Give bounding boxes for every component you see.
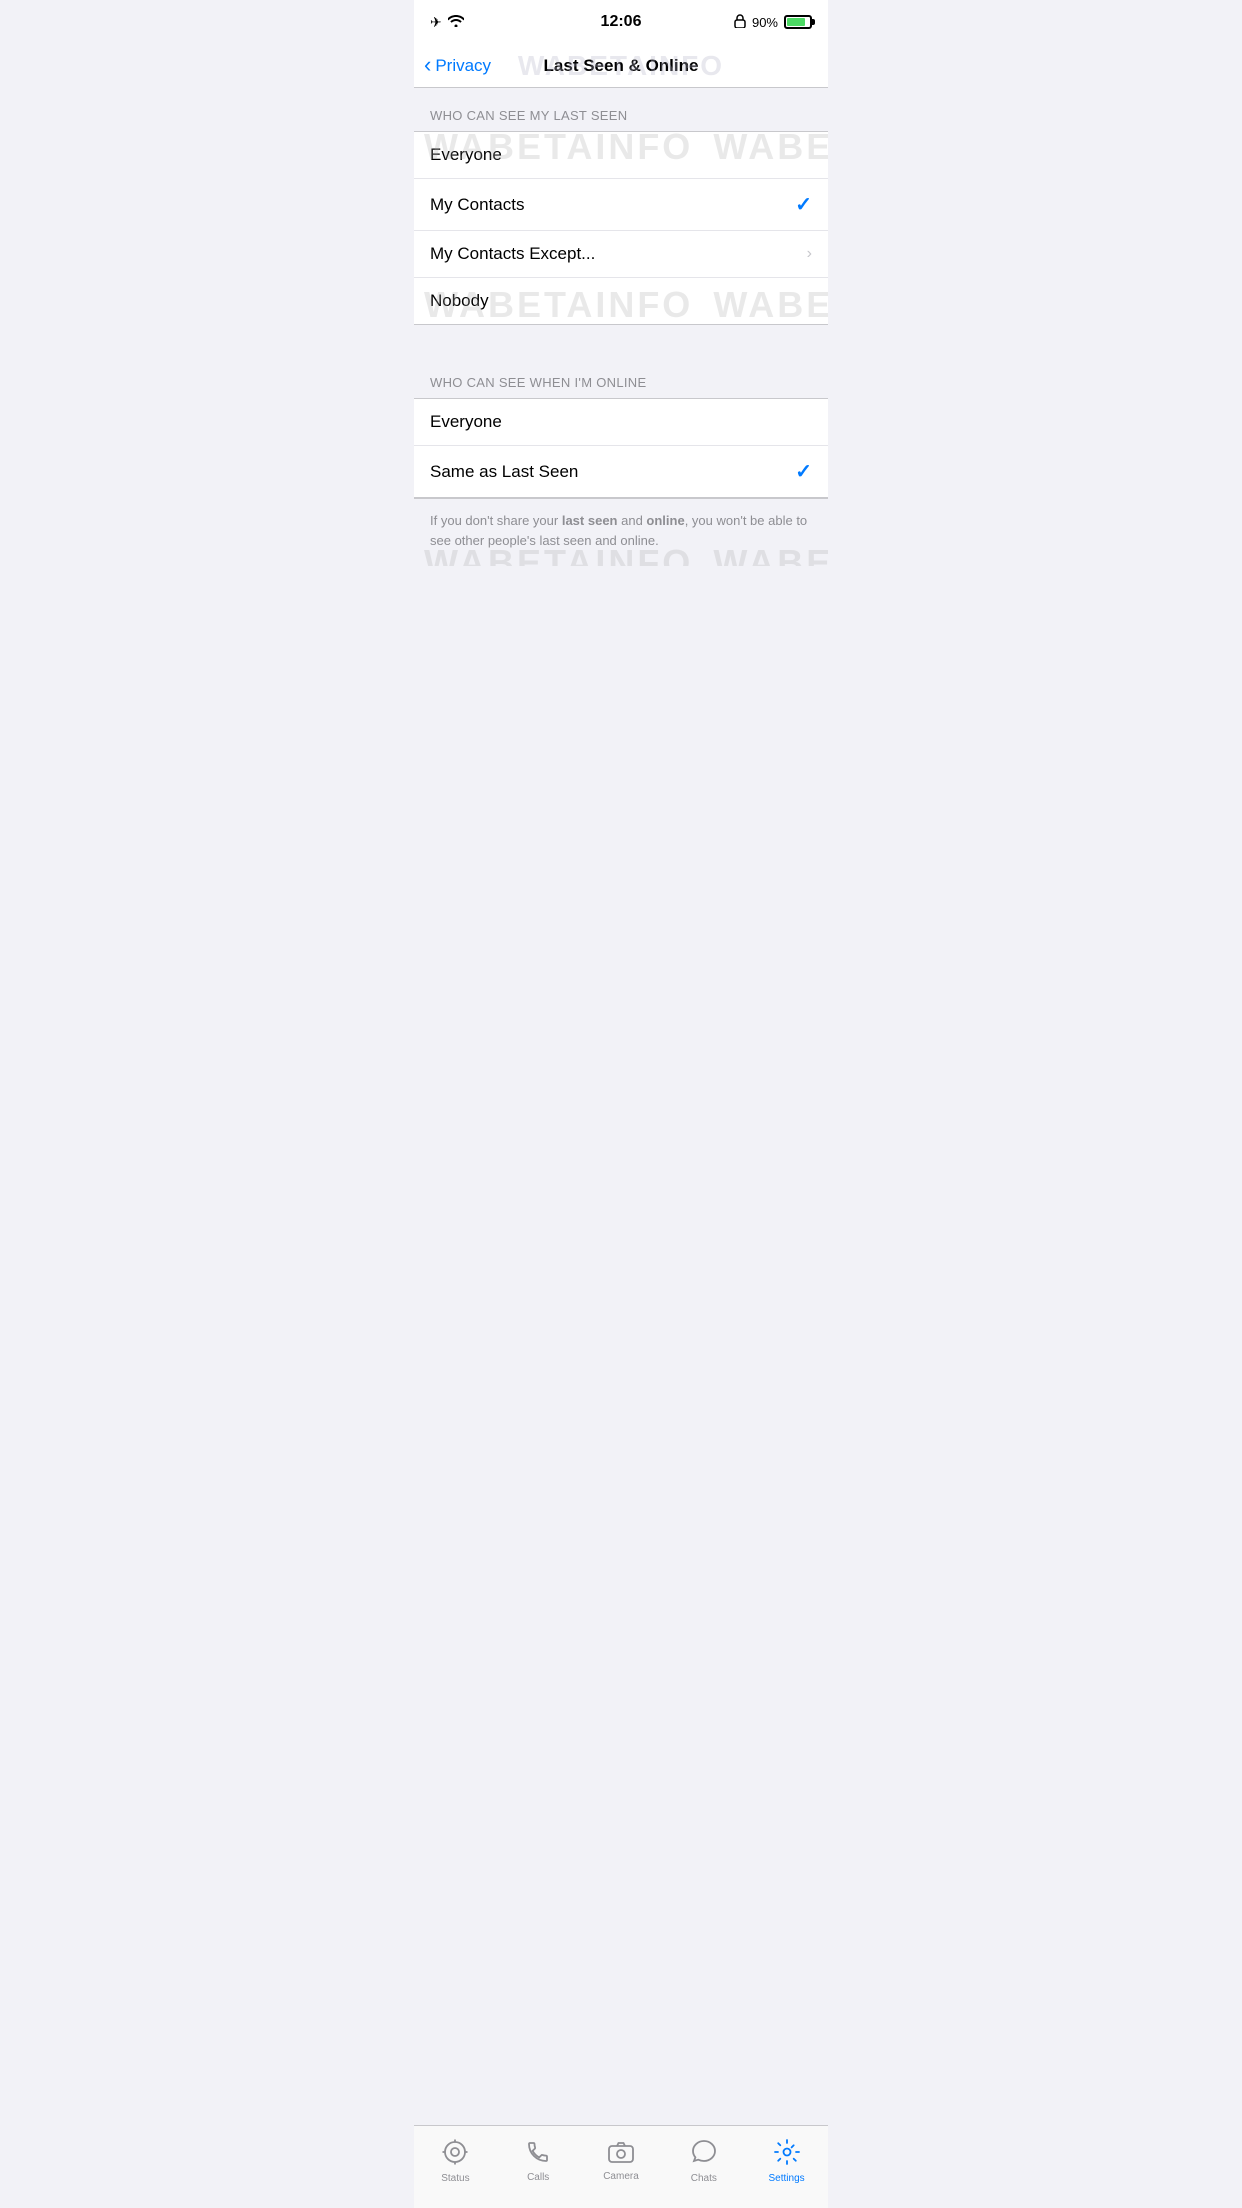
page: ✈ 12:06 90% — [414, 0, 828, 736]
content: WABetaInfo WABetaInfo WABetaInfo WABetaI… — [414, 88, 828, 566]
chevron-right-icon: › — [807, 245, 812, 263]
chats-icon — [691, 2139, 717, 2170]
nav-bar: WABetaInfo ‹ Privacy Last Seen & Online — [414, 44, 828, 88]
back-button[interactable]: ‹ Privacy — [424, 55, 491, 76]
item-label-nobody-ls: Nobody — [430, 291, 489, 311]
item-label-my-contacts-ls: My Contacts — [430, 195, 524, 215]
status-bar: ✈ 12:06 90% — [414, 0, 828, 44]
back-label: Privacy — [435, 56, 491, 76]
back-chevron-icon: ‹ — [424, 54, 431, 76]
tab-status[interactable]: Status — [414, 2126, 497, 2188]
section-header-online: WHO CAN SEE WHEN I'M ONLINE — [414, 355, 828, 398]
camera-icon — [608, 2141, 634, 2168]
list-item[interactable]: Same as Last Seen ✓ — [414, 446, 828, 497]
item-label-my-contacts-except-ls: My Contacts Except... — [430, 244, 595, 264]
status-bar-right: 90% — [734, 14, 812, 31]
tab-camera-label: Camera — [603, 2171, 639, 2182]
list-item[interactable]: My Contacts ✓ — [414, 179, 828, 231]
last-seen-group: Everyone My Contacts ✓ My Contacts Excep… — [414, 131, 828, 325]
item-label-everyone-ol: Everyone — [430, 412, 502, 432]
wifi-icon — [448, 14, 464, 30]
info-text: If you don't share your last seen and on… — [414, 498, 828, 566]
status-bar-time: 12:06 — [601, 13, 642, 31]
checkmark-same-as-last-seen: ✓ — [795, 459, 812, 484]
spacer1 — [414, 325, 828, 355]
tab-bar: Status Calls Camera Chats — [414, 2125, 828, 2208]
section-header-last-seen: WHO CAN SEE MY LAST SEEN — [414, 88, 828, 131]
tab-chats[interactable]: Chats — [662, 2126, 745, 2188]
list-item[interactable]: Everyone — [414, 132, 828, 179]
battery-percent: 90% — [752, 15, 778, 30]
nav-title: Last Seen & Online — [544, 56, 699, 76]
battery-icon — [784, 15, 812, 29]
item-label-same-as-last-seen: Same as Last Seen — [430, 462, 578, 482]
list-item[interactable]: Everyone — [414, 399, 828, 446]
list-item[interactable]: My Contacts Except... › — [414, 231, 828, 278]
calls-icon — [526, 2140, 550, 2169]
checkmark-my-contacts-ls: ✓ — [795, 192, 812, 217]
lock-icon — [734, 14, 746, 31]
tab-settings[interactable]: Settings — [745, 2126, 828, 2188]
tab-camera[interactable]: Camera — [580, 2126, 663, 2188]
tab-calls-label: Calls — [527, 2172, 549, 2183]
item-label-everyone-ls: Everyone — [430, 145, 502, 165]
status-bar-left: ✈ — [430, 14, 464, 31]
tab-settings-label: Settings — [769, 2173, 805, 2184]
airplane-icon: ✈ — [430, 14, 442, 31]
online-group: Everyone Same as Last Seen ✓ — [414, 398, 828, 498]
status-icon — [442, 2139, 468, 2170]
list-item[interactable]: Nobody — [414, 278, 828, 324]
settings-icon — [774, 2139, 800, 2170]
tab-chats-label: Chats — [691, 2173, 717, 2184]
tab-calls[interactable]: Calls — [497, 2126, 580, 2188]
tab-status-label: Status — [441, 2173, 469, 2184]
